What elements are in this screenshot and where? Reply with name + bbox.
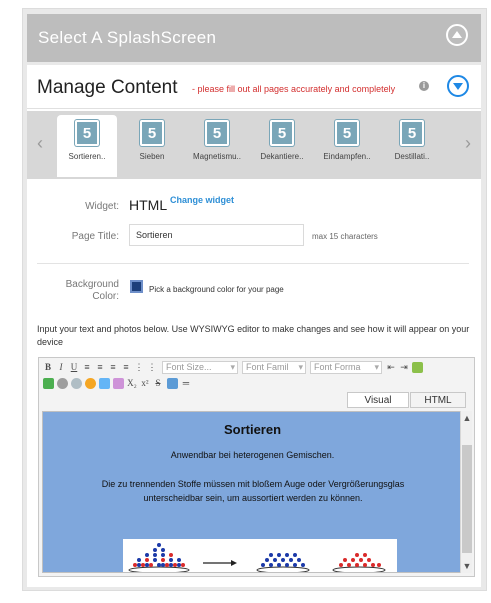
clean-format-icon[interactable] bbox=[412, 362, 423, 373]
html5-icon: 5 bbox=[140, 120, 164, 146]
outdent-icon[interactable]: ⇤ bbox=[386, 362, 396, 373]
page-tile-eindampfen[interactable]: 5 Eindampfen.. bbox=[317, 115, 377, 177]
tab-visual[interactable]: Visual bbox=[347, 392, 409, 408]
align-center-icon[interactable]: ≡ bbox=[95, 362, 105, 372]
editor-toolbar-row-2: X₂ x² S ═ bbox=[39, 376, 476, 392]
insert-image-icon[interactable] bbox=[43, 378, 54, 389]
font-size-select[interactable]: Font Size... bbox=[162, 361, 238, 374]
manage-content-note: - please fill out all pages accurately a… bbox=[192, 84, 396, 94]
insert-media-icon[interactable] bbox=[99, 378, 110, 389]
scroll-up-arrow[interactable]: ▲ bbox=[461, 413, 473, 423]
numbered-list-icon[interactable]: ⋮ bbox=[147, 362, 157, 373]
page-tile-label: Magnetismu.. bbox=[192, 152, 242, 161]
collapse-up-icon[interactable] bbox=[446, 24, 468, 46]
expand-down-icon[interactable] bbox=[447, 75, 469, 97]
horizontal-rule-icon[interactable]: ═ bbox=[181, 378, 191, 388]
page-tile-sortieren[interactable]: 5 Sortieren.. bbox=[57, 115, 117, 177]
carousel-prev-arrow[interactable]: ‹ bbox=[37, 133, 43, 154]
strikethrough-button[interactable]: S bbox=[153, 378, 163, 388]
html5-icon: 5 bbox=[205, 120, 229, 146]
indent-icon[interactable]: ⇥ bbox=[399, 362, 409, 373]
manage-content-title: Manage Content bbox=[37, 77, 178, 98]
page-tile-magnetismus[interactable]: 5 Magnetismu.. bbox=[187, 115, 247, 177]
page-tile-destillation[interactable]: 5 Destillati.. bbox=[382, 115, 442, 177]
content-paragraph-1: Anwendbar bei heterogenen Gemischen. bbox=[170, 450, 335, 460]
link-icon[interactable] bbox=[57, 378, 68, 389]
subscript-button[interactable]: X₂ bbox=[127, 378, 137, 388]
justify-icon[interactable]: ≡ bbox=[121, 362, 131, 372]
editor-content-area[interactable]: Sortieren Anwendbar bei heterogenen Gemi… bbox=[42, 411, 461, 573]
html5-icon: 5 bbox=[335, 120, 359, 146]
page-carousel: ‹ 5 Sortieren.. 5 Sieben 5 Magnetismu.. … bbox=[27, 111, 481, 179]
sorting-illustration bbox=[123, 539, 397, 572]
tab-html[interactable]: HTML bbox=[410, 392, 466, 408]
widget-label: Widget: bbox=[85, 201, 119, 212]
page-tile-label: Eindampfen.. bbox=[323, 152, 371, 161]
unlink-icon[interactable] bbox=[71, 378, 82, 389]
page-tile-label: Sortieren.. bbox=[68, 152, 106, 161]
info-icon[interactable]: i bbox=[419, 81, 429, 91]
carousel-next-arrow[interactable]: › bbox=[465, 133, 471, 154]
page-tile-label: Destillati.. bbox=[394, 152, 430, 161]
html5-icon: 5 bbox=[270, 120, 294, 146]
background-color-label: Background Color: bbox=[65, 279, 119, 302]
divider bbox=[37, 263, 469, 264]
font-format-select[interactable]: Font Forma bbox=[310, 361, 382, 374]
content-heading: Sortieren bbox=[223, 422, 282, 437]
bullet-list-icon[interactable]: ⋮ bbox=[134, 362, 144, 373]
page-tile-label: Sieben bbox=[139, 152, 165, 161]
sorting-illustration-graphic bbox=[128, 543, 386, 572]
emoticon-icon[interactable] bbox=[85, 378, 96, 389]
background-color-hint: Pick a background color for your page bbox=[149, 285, 284, 294]
align-left-icon[interactable]: ≡ bbox=[82, 362, 92, 372]
insert-table-icon[interactable] bbox=[113, 378, 124, 389]
editor-toolbar-row-1: B I U ≡ ≡ ≡ ≡ ⋮ ⋮ Font Size... Font Fami… bbox=[39, 360, 476, 376]
align-right-icon[interactable]: ≡ bbox=[108, 362, 118, 372]
max-chars-hint: max 15 characters bbox=[312, 232, 378, 241]
page-tile-sieben[interactable]: 5 Sieben bbox=[122, 115, 182, 177]
header-title: Select A SplashScreen bbox=[38, 28, 217, 47]
background-color-picker[interactable] bbox=[130, 280, 143, 293]
page-tile-dekantieren[interactable]: 5 Dekantiere.. bbox=[252, 115, 312, 177]
editor-instructions: Input your text and photos below. Use WY… bbox=[37, 324, 470, 347]
manage-content-header: Manage Content - please fill out all pag… bbox=[27, 65, 481, 109]
change-widget-link[interactable]: Change widget bbox=[170, 195, 234, 205]
html5-icon: 5 bbox=[400, 120, 424, 146]
page-title-input[interactable] bbox=[129, 224, 304, 246]
splashscreen-header[interactable]: Select A SplashScreen bbox=[27, 14, 481, 62]
widget-value: HTML bbox=[129, 197, 168, 213]
bold-button[interactable]: B bbox=[43, 362, 53, 372]
content-paragraph-2: Die zu trennenden Stoffe müssen mit bloß… bbox=[101, 479, 405, 503]
wysiwyg-editor: B I U ≡ ≡ ≡ ≡ ⋮ ⋮ Font Size... Font Fami… bbox=[38, 357, 475, 577]
italic-button[interactable]: I bbox=[56, 362, 66, 372]
underline-button[interactable]: U bbox=[69, 362, 79, 372]
font-family-select[interactable]: Font Famil bbox=[242, 361, 306, 374]
html5-icon: 5 bbox=[75, 120, 99, 146]
editor-scrollbar[interactable]: ▲ ▼ bbox=[460, 411, 472, 573]
page-title-label: Page Title: bbox=[71, 231, 119, 242]
manage-content-panel: Manage Content - please fill out all pag… bbox=[27, 65, 481, 587]
text-color-icon[interactable] bbox=[167, 378, 178, 389]
scroll-down-arrow[interactable]: ▼ bbox=[461, 561, 473, 571]
scroll-thumb[interactable] bbox=[462, 445, 472, 553]
superscript-button[interactable]: x² bbox=[140, 378, 150, 388]
page-tile-label: Dekantiere.. bbox=[260, 152, 304, 161]
